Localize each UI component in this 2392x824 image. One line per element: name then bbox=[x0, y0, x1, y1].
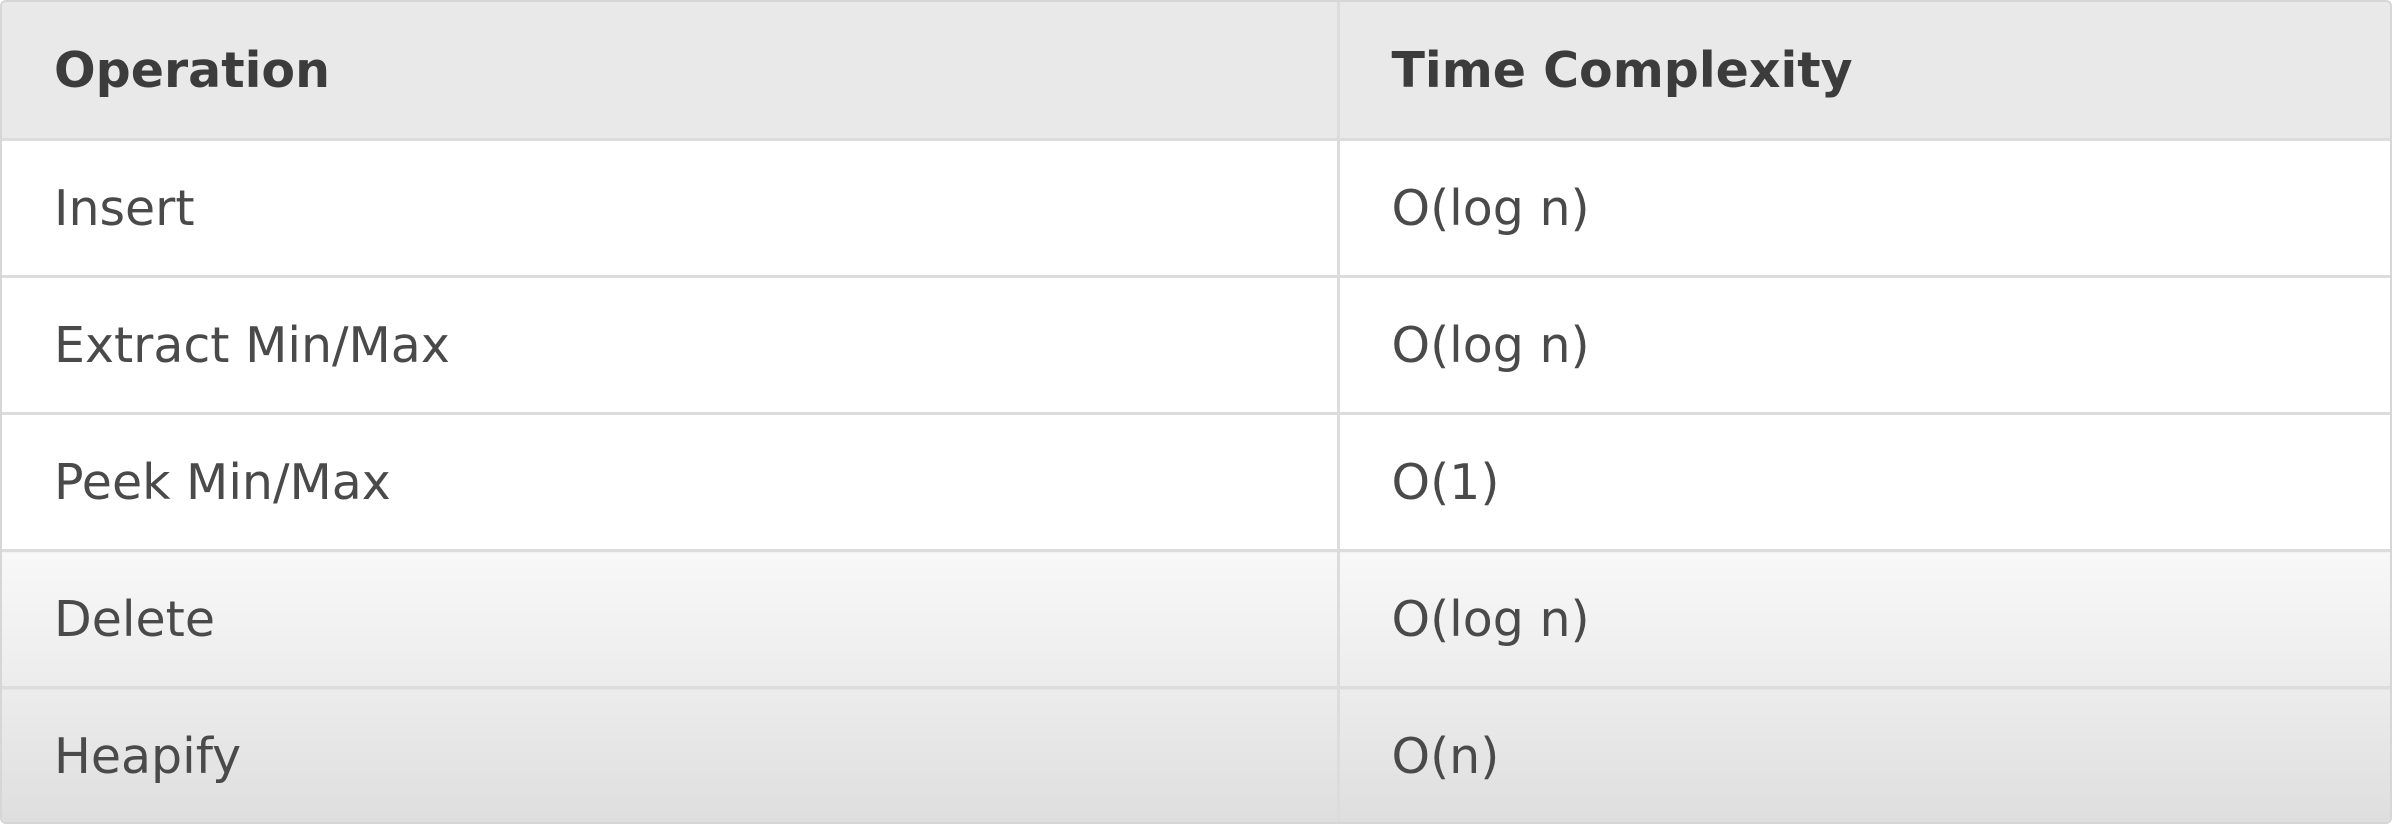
complexity-table-container: Operation Time Complexity Insert O(log n… bbox=[0, 0, 2392, 824]
complexity-cell: O(1) bbox=[1336, 413, 2390, 552]
table-row: Extract Min/Max O(log n) bbox=[2, 276, 2390, 415]
complexity-cell: O(log n) bbox=[1336, 550, 2390, 689]
header-operation: Operation bbox=[2, 2, 1338, 141]
operation-cell: Extract Min/Max bbox=[2, 276, 1338, 415]
complexity-cell: O(log n) bbox=[1336, 139, 2390, 278]
header-time-complexity: Time Complexity bbox=[1336, 2, 2390, 141]
complexity-table: Operation Time Complexity Insert O(log n… bbox=[2, 2, 2390, 822]
table-row: Delete O(log n) bbox=[2, 550, 2390, 689]
table-row: Insert O(log n) bbox=[2, 139, 2390, 278]
complexity-cell: O(log n) bbox=[1336, 276, 2390, 415]
operation-cell: Delete bbox=[2, 550, 1338, 689]
operation-cell: Insert bbox=[2, 139, 1338, 278]
complexity-cell: O(n) bbox=[1336, 687, 2390, 822]
operation-cell: Peek Min/Max bbox=[2, 413, 1338, 552]
operation-cell: Heapify bbox=[2, 687, 1338, 822]
table-row: Peek Min/Max O(1) bbox=[2, 413, 2390, 552]
table-row: Heapify O(n) bbox=[2, 687, 2390, 822]
table-header-row: Operation Time Complexity bbox=[2, 2, 2390, 141]
